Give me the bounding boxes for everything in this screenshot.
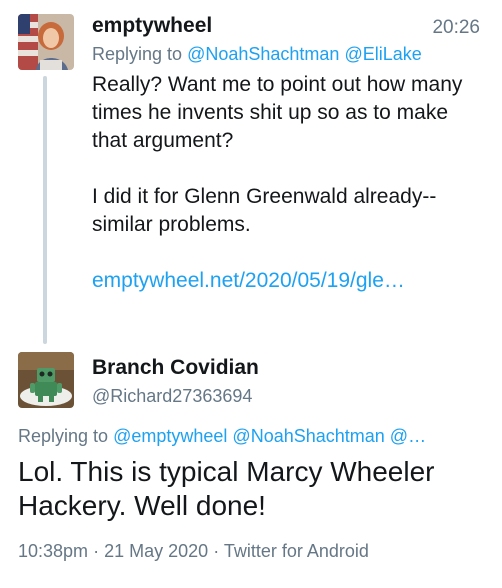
tweet-thread: emptywheel 20:26 Replying to @NoahShacht… xyxy=(0,0,502,588)
tweet-time[interactable]: 20:26 xyxy=(432,17,480,39)
mention-link[interactable]: @NoahShachtman xyxy=(187,44,339,64)
replying-to-label: Replying to xyxy=(18,426,109,446)
mention-link[interactable]: @NoahShachtman xyxy=(232,426,384,446)
tweet-url-link[interactable]: emptywheel.net/2020/05/19/gle… xyxy=(92,269,405,292)
tweet-source: Twitter for Android xyxy=(223,541,369,561)
replying-to-line: Replying to @emptywheel @NoahShachtman @… xyxy=(18,426,488,447)
tweet-date[interactable]: 21 May 2020 xyxy=(104,541,208,561)
author-name[interactable]: emptywheel xyxy=(92,14,212,38)
replying-to-line: Replying to @NoahShachtman @EliLake xyxy=(92,44,422,65)
mention-link[interactable]: @EliLake xyxy=(344,44,421,64)
tweet-timestamp[interactable]: 10:38pm xyxy=(18,541,88,561)
tweet-text: Lol. This is typical Marcy Wheeler Hacke… xyxy=(18,456,435,521)
profile-photo-icon xyxy=(18,14,74,70)
author-name[interactable]: Branch Covidian xyxy=(92,356,259,380)
tweet-text-paragraph: I did it for Glenn Greenwald already--si… xyxy=(92,185,437,236)
mention-link[interactable]: @… xyxy=(390,426,426,446)
author-handle[interactable]: @Richard27363694 xyxy=(92,386,252,407)
avatar[interactable] xyxy=(18,14,74,70)
mention-link[interactable]: @emptywheel xyxy=(113,426,227,446)
tweet-text: Really? Want me to point out how many ti… xyxy=(92,71,484,295)
thread-connector-line xyxy=(43,76,47,344)
meta-separator: · xyxy=(93,541,100,561)
robot-figurine-photo-icon xyxy=(18,352,74,408)
tweet-text-paragraph: Really? Want me to point out how many ti… xyxy=(92,73,463,152)
tweet-metadata: 10:38pm · 21 May 2020 · Twitter for Andr… xyxy=(18,541,369,562)
avatar[interactable] xyxy=(18,352,74,408)
replying-to-label: Replying to xyxy=(92,44,183,64)
meta-separator: · xyxy=(213,541,220,561)
